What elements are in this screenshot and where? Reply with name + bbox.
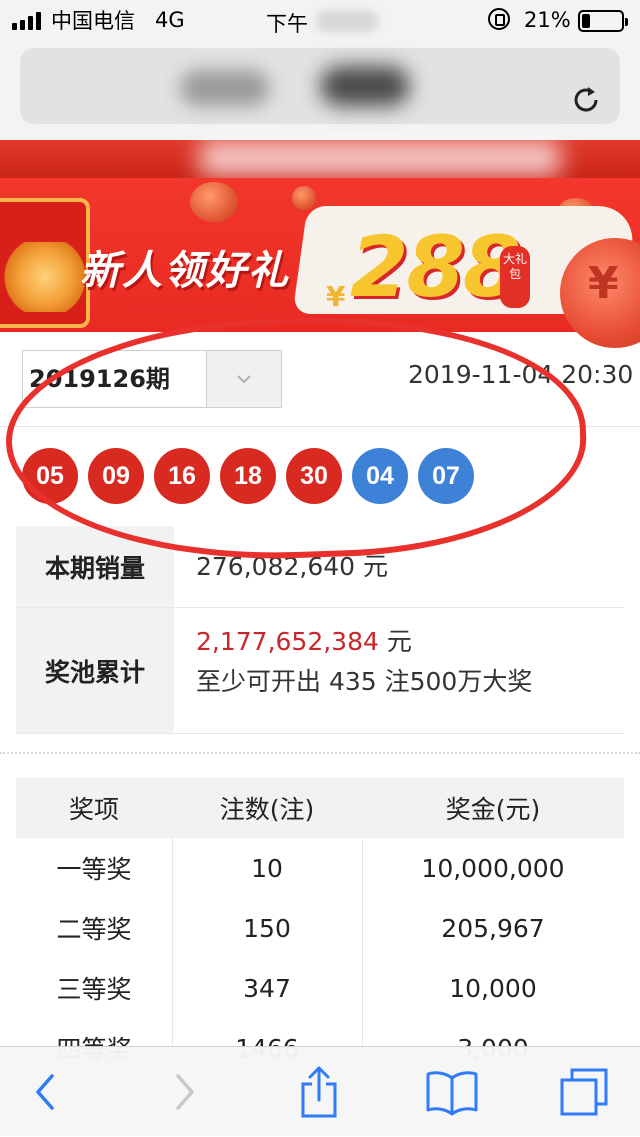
bookmarks-icon <box>426 1071 478 1116</box>
pool-row: 奖池累计 2,177,652,384 元 至少可开出 435 注500万大奖 <box>16 608 624 734</box>
forward-icon <box>176 1074 194 1110</box>
banner-title: 新人领好礼 <box>80 248 290 294</box>
blurred-url-part <box>320 66 410 106</box>
header-prize: 奖项 <box>68 795 119 824</box>
share-icon <box>301 1066 337 1118</box>
back-icon <box>36 1074 54 1110</box>
prize-name: 三等奖 <box>56 975 132 1004</box>
battery-icon <box>578 10 628 32</box>
prize-count: 10 <box>251 853 283 883</box>
prize-count: 347 <box>243 973 291 1003</box>
table-row: 二等奖 150 205,967 <box>16 898 624 958</box>
bookmarks-button[interactable] <box>420 1047 484 1137</box>
prize-name: 一等奖 <box>56 855 132 884</box>
gift-bow-image <box>0 242 90 312</box>
address-bar[interactable] <box>20 48 620 124</box>
reload-icon[interactable] <box>568 82 604 118</box>
pool-value: 2,177,652,384 元 至少可开出 435 注500万大奖 <box>174 608 624 733</box>
banner-tag: 大礼包 <box>500 246 530 308</box>
browser-toolbar <box>0 1046 640 1136</box>
prize-amount: 10,000,000 <box>421 853 565 883</box>
coin-image <box>292 186 316 210</box>
yen-icon: ¥ <box>588 258 619 309</box>
carrier-name: 中国电信 <box>51 9 135 33</box>
banner-currency: ¥ <box>326 280 346 313</box>
tabs-button[interactable] <box>552 1047 616 1137</box>
prize-table-body: 一等奖 10 10,000,000 二等奖 150 205,967 三等奖 34… <box>16 838 624 1098</box>
pool-note: 至少可开出 435 注500万大奖 <box>196 667 533 696</box>
browser-address-area <box>0 40 640 140</box>
status-bar: 中国电信 4G 下午 21% <box>0 0 640 40</box>
back-button[interactable] <box>20 1047 70 1137</box>
prize-table: 奖项 注数(注) 奖金(元) 一等奖 10 10,000,000 二等奖 150… <box>16 778 624 1098</box>
signal-icon <box>12 10 41 30</box>
tabs-icon <box>560 1068 608 1116</box>
pool-amount: 2,177,652,384 <box>196 627 379 656</box>
table-row: 三等奖 347 10,000 <box>16 958 624 1018</box>
pool-label: 奖池累计 <box>16 608 174 733</box>
blurred-time <box>316 10 378 32</box>
header-amount: 奖金(元) <box>445 795 541 824</box>
prize-table-header: 奖项 注数(注) 奖金(元) <box>16 778 624 838</box>
share-button[interactable] <box>294 1047 344 1137</box>
dotted-divider <box>0 752 640 754</box>
blurred-url-part <box>180 70 270 106</box>
prize-amount: 10,000 <box>449 973 537 1003</box>
banner-amount: 288 <box>350 218 521 316</box>
prize-name: 二等奖 <box>56 915 132 944</box>
pool-unit: 元 <box>378 627 412 656</box>
forward-button[interactable] <box>160 1047 210 1137</box>
blurred-nav <box>200 140 560 176</box>
prize-count: 150 <box>243 913 291 943</box>
rotation-lock-icon <box>488 8 510 30</box>
coin-image <box>190 182 238 222</box>
clock: 下午 <box>266 12 308 36</box>
prize-amount: 205,967 <box>441 913 545 943</box>
header-count: 注数(注) <box>219 795 315 824</box>
battery-percent: 21% <box>524 8 571 32</box>
table-row: 一等奖 10 10,000,000 <box>16 838 624 898</box>
network-type: 4G <box>155 8 185 32</box>
